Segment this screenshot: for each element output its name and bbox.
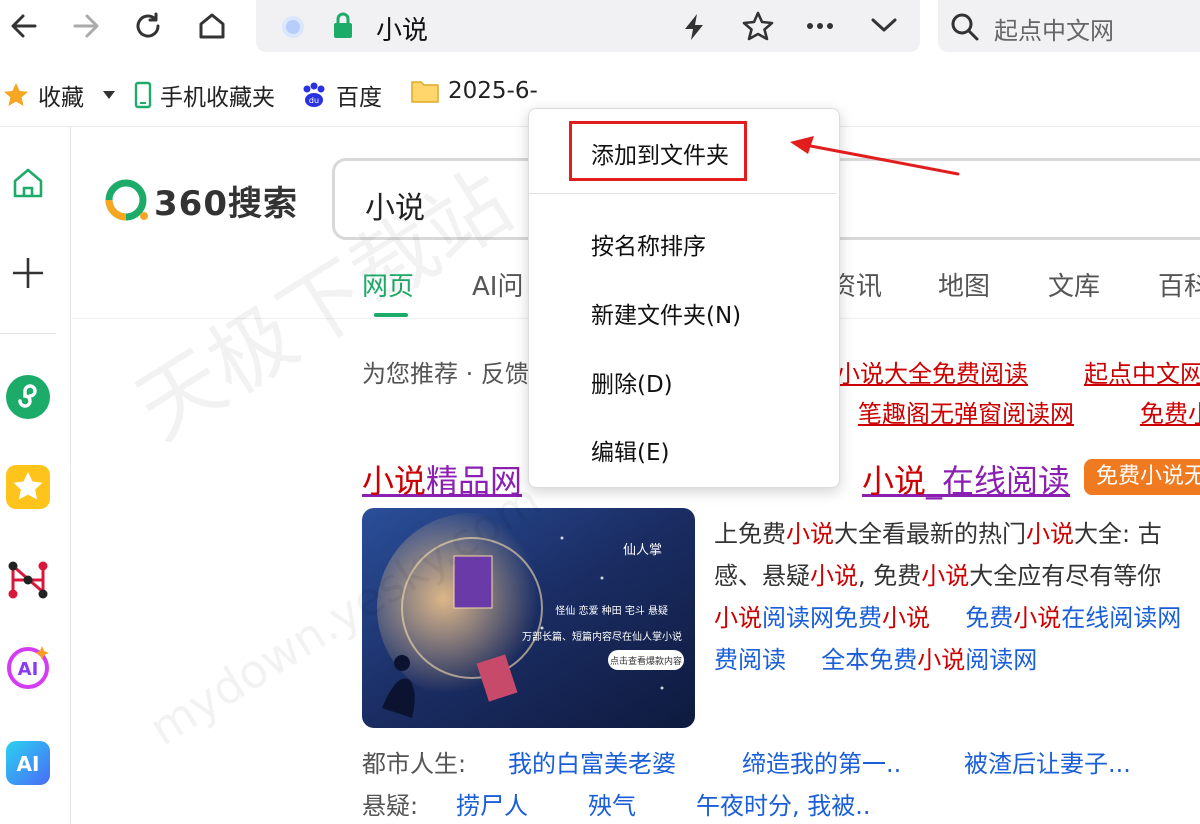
tab-ai[interactable]: AI问 xyxy=(472,266,523,303)
plus-icon xyxy=(13,258,43,288)
category-link[interactable]: 捞尸人 xyxy=(456,786,528,821)
category-label: 都市人生: xyxy=(362,750,467,778)
result-thumbnail[interactable]: 仙人掌 怪仙 恋爱 种田 宅斗 悬疑 万部长篇、短篇内容尽在仙人掌小说 点击查看… xyxy=(362,508,695,728)
ai-badge-icon: AI xyxy=(6,741,50,785)
search-logo[interactable]: 360搜索 xyxy=(104,178,298,224)
bookmark-favorites[interactable]: 收藏 xyxy=(2,78,116,112)
menu-item-sort-by-name[interactable]: 按名称排序 xyxy=(591,227,706,261)
star-badge-icon xyxy=(6,465,50,509)
recommend-link[interactable]: 免费小说 xyxy=(1140,394,1200,429)
search-placeholder[interactable]: 起点中文网 xyxy=(994,11,1114,46)
tab-baike[interactable]: 百科 xyxy=(1158,266,1200,303)
recommend-link[interactable]: 小说大全免费阅读 xyxy=(836,354,1028,389)
tab-web[interactable]: 网页 xyxy=(362,266,414,303)
svg-text:du: du xyxy=(309,96,319,105)
shield-icon xyxy=(282,16,304,38)
category-link[interactable]: 被渣后让妻子... xyxy=(964,744,1131,779)
home-icon xyxy=(199,13,225,39)
category-label: 悬疑: xyxy=(362,792,419,820)
sublink[interactable]: 小说阅读网免费小说 xyxy=(714,604,930,632)
category-link[interactable]: 缔造我的第一.. xyxy=(742,744,901,779)
forward-icon xyxy=(73,14,99,38)
thumbnail-art: 仙人掌 怪仙 恋爱 种田 宅斗 悬疑 万部长篇、短篇内容尽在仙人掌小说 点击查看… xyxy=(362,508,695,728)
home-button[interactable] xyxy=(190,6,234,46)
category-link[interactable]: 我的白富美老婆 xyxy=(508,744,676,779)
back-icon xyxy=(11,14,37,38)
browser-toolbar: 小说 起点中文网 xyxy=(0,0,1200,55)
menu-item-add-to-folder[interactable]: 添加到文件夹 xyxy=(591,136,729,170)
bookmark-mobile[interactable]: 手机收藏夹 xyxy=(134,78,275,112)
sidebar-miniapp[interactable] xyxy=(4,373,52,421)
menu-item-edit[interactable]: 编辑(E) xyxy=(591,433,669,467)
svg-text:AI: AI xyxy=(18,659,39,680)
thumbnail-brand: 仙人掌 xyxy=(623,543,662,558)
tab-library[interactable]: 文库 xyxy=(1048,266,1100,303)
sidebar-add[interactable] xyxy=(4,249,52,297)
menu-item-new-folder[interactable]: 新建文件夹(N) xyxy=(591,296,741,330)
category-link[interactable]: 殃气 xyxy=(588,786,636,821)
free-novel-badge[interactable]: 免费小说无 xyxy=(1084,459,1200,495)
category-link[interactable]: 午夜时分, 我被.. xyxy=(696,786,871,821)
left-sidebar: AI AI xyxy=(0,127,71,824)
chevron-down-icon[interactable] xyxy=(870,16,898,34)
search-icon xyxy=(951,13,979,41)
recommend-link[interactable]: 起点中文网 xyxy=(1084,354,1200,389)
address-text[interactable]: 小说 xyxy=(376,10,428,47)
result-sublinks: 费阅读 全本免费小说阅读网 xyxy=(714,640,1037,675)
tab-map[interactable]: 地图 xyxy=(938,266,990,303)
network-icon xyxy=(8,561,48,599)
miniprogram-icon xyxy=(6,375,50,419)
recommend-label: 为您推荐 · 反馈 xyxy=(362,360,529,388)
toolbar-search[interactable]: 起点中文网 xyxy=(938,0,1200,52)
360-logo-icon xyxy=(105,179,148,221)
active-tab-indicator xyxy=(374,313,408,317)
sidebar-ai-assistant[interactable]: AI xyxy=(4,643,52,691)
thumbnail-promo: 万部长篇、短篇内容尽在仙人掌小说 xyxy=(522,630,682,643)
recommend-link[interactable]: 笔趣阁无弹窗阅读网 xyxy=(858,394,1074,429)
baidu-paw-icon: du xyxy=(303,82,325,107)
dropdown-arrow-icon[interactable] xyxy=(102,90,116,100)
result-sublinks: 小说阅读网免费小说 免费小说在线阅读网 xyxy=(714,598,1181,633)
back-button[interactable] xyxy=(2,6,46,46)
sublink[interactable]: 费阅读 xyxy=(714,646,786,674)
star-icon[interactable] xyxy=(742,11,774,41)
sidebar-home[interactable] xyxy=(4,159,52,207)
result-snippet-line: 感、悬疑小说, 免费小说大全应有尽有等你 xyxy=(714,562,1162,590)
lock-icon xyxy=(334,12,352,38)
thumbnail-button: 点击查看爆款内容 xyxy=(610,655,682,667)
sublink[interactable]: 免费小说在线阅读网 xyxy=(965,604,1181,632)
home-icon xyxy=(13,168,43,198)
sidebar-ai[interactable]: AI xyxy=(4,739,52,787)
result-snippet-line: 上免费小说大全看最新的热门小说大全: 古 xyxy=(714,520,1162,548)
bookmark-folder-2025[interactable]: 2025-6- xyxy=(410,78,538,104)
menu-separator xyxy=(529,193,837,194)
ai-sparkle-icon: AI xyxy=(7,646,49,689)
annotation-arrow-icon xyxy=(790,136,960,176)
sidebar-divider xyxy=(0,333,56,334)
sublink[interactable]: 全本免费小说阅读网 xyxy=(821,646,1037,674)
address-bar[interactable]: 小说 xyxy=(256,0,920,52)
phone-icon xyxy=(134,81,152,109)
logo-text: 360搜索 xyxy=(154,183,298,224)
flash-icon[interactable] xyxy=(680,12,708,42)
forward-button[interactable] xyxy=(64,6,108,46)
sidebar-favorites[interactable] xyxy=(4,463,52,511)
thumbnail-tags: 怪仙 恋爱 种田 宅斗 悬疑 xyxy=(555,604,668,617)
bookmark-baidu[interactable]: du 百度 xyxy=(300,78,382,112)
sidebar-network[interactable] xyxy=(4,555,52,603)
folder-icon xyxy=(411,81,439,103)
svg-text:AI: AI xyxy=(17,752,40,776)
star-filled-icon xyxy=(4,83,28,106)
more-icon[interactable] xyxy=(806,22,834,30)
search-query[interactable]: 小说 xyxy=(365,183,425,227)
menu-item-delete[interactable]: 删除(D) xyxy=(591,365,673,399)
refresh-button[interactable] xyxy=(126,6,170,46)
refresh-icon xyxy=(136,12,160,38)
